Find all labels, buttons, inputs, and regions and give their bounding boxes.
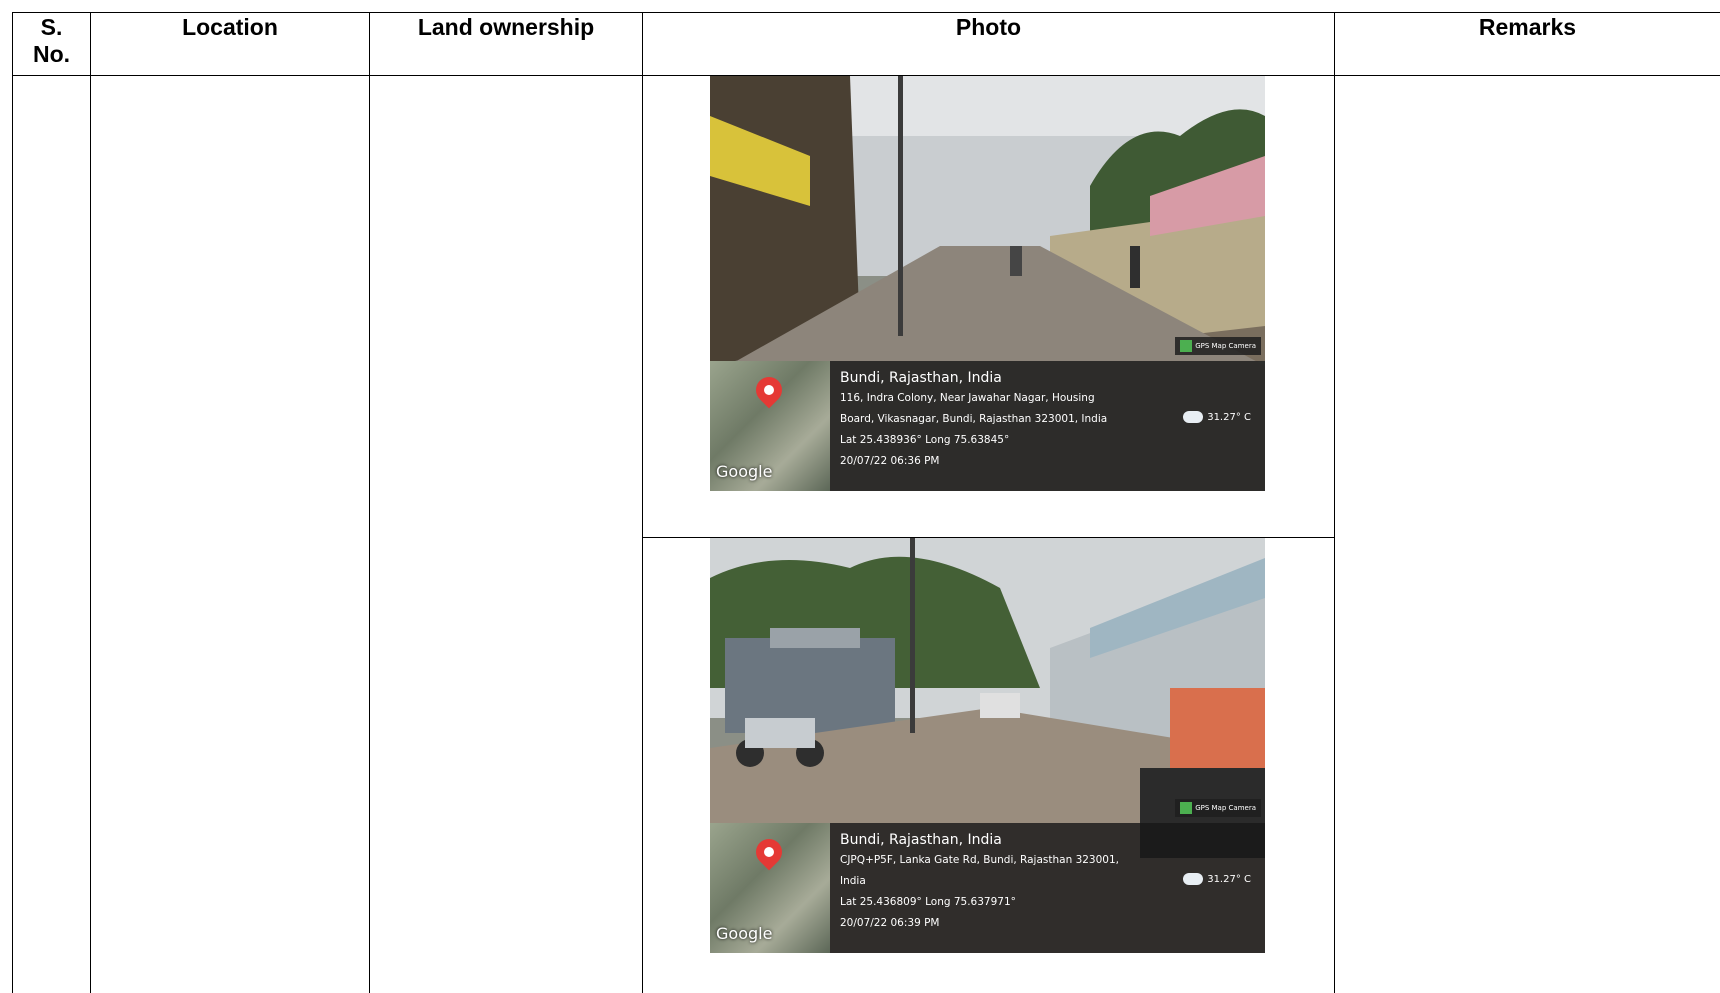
header-land-ownership: Land ownership — [417, 14, 595, 40]
timestamp: 20/07/22 06:39 PM — [840, 917, 940, 929]
col-divider-sno — [90, 12, 91, 993]
address-line-1: 116, Indra Colony, Near Jawahar Nagar, H… — [840, 392, 1095, 404]
table-top-border — [12, 12, 1720, 13]
site-photo-2: GPS Map Camera Google Bundi, Rajasthan, … — [710, 538, 1265, 953]
header-sno: S. No. — [32, 14, 71, 67]
badge-text: GPS Map Camera — [1195, 804, 1256, 812]
address-line-2: Board, Vikasnagar, Bundi, Rajasthan 3230… — [840, 413, 1108, 425]
site-photo-1: GPS Map Camera Google Bundi, Rajasthan, … — [710, 76, 1265, 491]
place-name: Bundi, Rajasthan, India — [840, 370, 1002, 386]
geotag-overlay: Google Bundi, Rajasthan, India 116, Indr… — [710, 361, 1265, 491]
temperature: 31.27° C — [1207, 412, 1251, 423]
weather: 31.27° C — [1183, 411, 1251, 423]
weather-cloud-icon — [1183, 873, 1204, 885]
address-line-2: India — [840, 875, 866, 887]
map-pin-icon — [750, 371, 788, 409]
map-brand: Google — [716, 924, 773, 943]
mini-map: Google — [710, 361, 830, 491]
badge-text: GPS Map Camera — [1195, 342, 1256, 350]
coordinates: Lat 25.436809° Long 75.637971° — [840, 896, 1016, 908]
geotag-overlay: Google Bundi, Rajasthan, India CJPQ+P5F,… — [710, 823, 1265, 953]
app-logo-icon — [1180, 802, 1193, 814]
geotag-info: Bundi, Rajasthan, India CJPQ+P5F, Lanka … — [840, 831, 1160, 934]
app-badge: GPS Map Camera — [1175, 337, 1261, 355]
map-pin-icon — [750, 833, 788, 871]
coordinates: Lat 25.438936° Long 75.63845° — [840, 434, 1010, 446]
timestamp: 20/07/22 06:36 PM — [840, 455, 940, 467]
weather: 31.27° C — [1183, 873, 1251, 885]
place-name: Bundi, Rajasthan, India — [840, 832, 1002, 848]
header-location: Location — [182, 14, 278, 40]
table-left-border — [12, 12, 13, 993]
temperature: 31.27° C — [1207, 874, 1251, 885]
address-line-1: CJPQ+P5F, Lanka Gate Rd, Bundi, Rajastha… — [840, 854, 1119, 866]
col-divider-location — [369, 12, 370, 993]
col-divider-ownership — [642, 12, 643, 993]
map-brand: Google — [716, 462, 773, 481]
weather-cloud-icon — [1183, 411, 1204, 423]
app-logo-icon — [1180, 340, 1193, 352]
mini-map: Google — [710, 823, 830, 953]
header-photo: Photo — [955, 14, 1022, 40]
geotag-info: Bundi, Rajasthan, India 116, Indra Colon… — [840, 369, 1160, 472]
col-divider-photo — [1334, 12, 1335, 993]
header-remarks: Remarks — [1478, 14, 1577, 40]
app-badge: GPS Map Camera — [1175, 799, 1261, 817]
